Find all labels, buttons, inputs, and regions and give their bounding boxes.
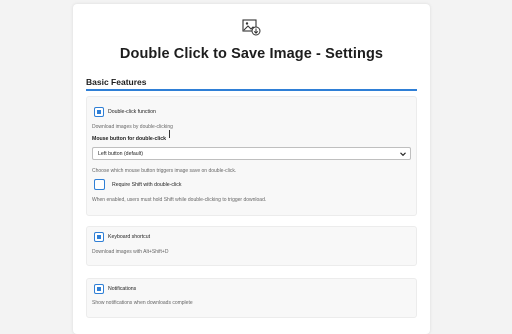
keyboard-shortcut-checkbox[interactable] — [94, 232, 104, 242]
keyboard-shortcut-label: Keyboard shortcut — [108, 234, 151, 240]
mouse-button-label: Mouse button for double-click — [92, 136, 167, 142]
section-title-basic: Basic Features — [86, 77, 147, 87]
notifications-card: Notifications Show notifications when do… — [86, 278, 417, 318]
notifications-label: Notifications — [108, 286, 137, 292]
text-cursor-icon — [169, 130, 170, 138]
double-click-label: Double-click function — [108, 109, 156, 115]
mouse-button-select[interactable]: Left button (default) — [92, 147, 411, 160]
require-shift-checkbox[interactable] — [94, 179, 105, 190]
mouse-button-description: Choose which mouse button triggers image… — [92, 168, 237, 174]
double-click-checkbox[interactable] — [94, 107, 104, 117]
mouse-button-selected-value: Left button (default) — [98, 151, 143, 157]
keyboard-shortcut-card: Keyboard shortcut Download images with A… — [86, 226, 417, 266]
notifications-description: Show notifications when downloads comple… — [92, 300, 193, 306]
section-divider — [86, 89, 417, 91]
double-click-settings-card: Double-click function Download images by… — [86, 96, 417, 216]
require-shift-label: Require Shift with double-click — [112, 182, 182, 188]
notifications-checkbox[interactable] — [94, 284, 104, 294]
image-save-icon — [242, 19, 261, 36]
page-title: Double Click to Save Image - Settings — [119, 46, 384, 62]
require-shift-description: When enabled, users must hold Shift whil… — [92, 197, 267, 203]
settings-page: Double Click to Save Image - Settings Ba… — [73, 4, 430, 334]
keyboard-shortcut-description: Download images with Alt+Shift+D — [92, 249, 169, 255]
chevron-down-icon — [400, 152, 406, 157]
double-click-description: Download images by double-clicking — [92, 124, 173, 130]
